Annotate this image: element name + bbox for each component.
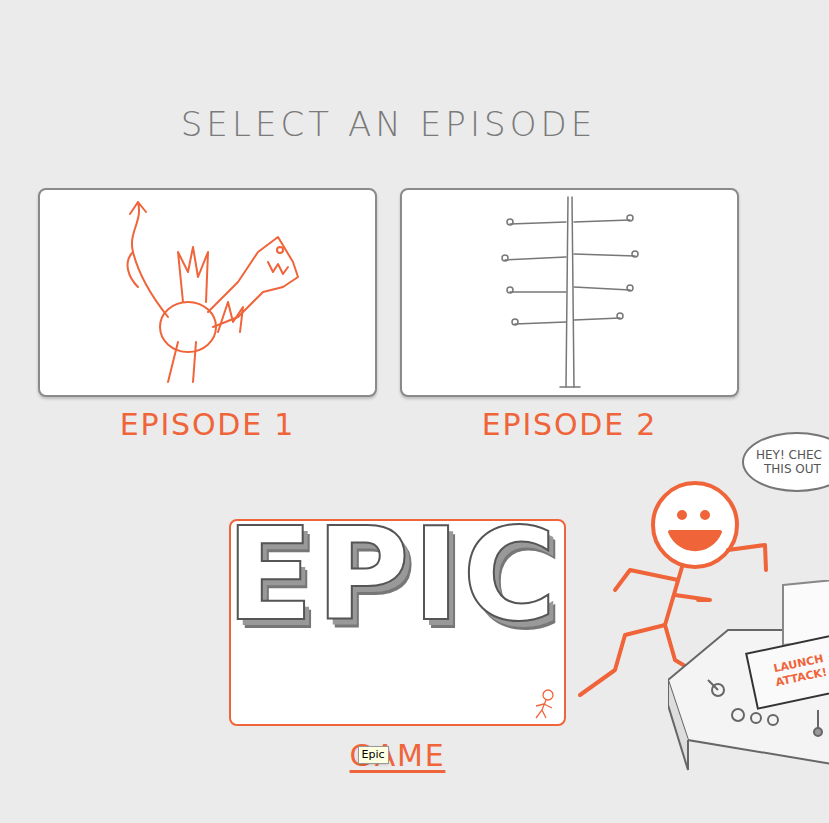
speech-line: HEY! CHEC [756, 448, 822, 462]
episode-select-screen: SELECT AN EPISODE EPISODE 1 EPISODE 2 EPIC G… [0, 0, 829, 823]
dragon-icon [108, 192, 308, 392]
game-logo: EPIC [191, 511, 594, 639]
tree-icon [470, 192, 670, 392]
game-entry[interactable]: EPIC GAMEEpic [56, 519, 739, 774]
episode-thumbnail [38, 188, 377, 397]
game-label-wrap: GAMEEpic [350, 738, 446, 774]
menu: SELECT AN EPISODE EPISODE 1 EPISODE 2 EPIC G… [0, 0, 739, 774]
episode-card[interactable]: EPISODE 1 [38, 188, 377, 443]
episode-card[interactable]: EPISODE 2 [400, 188, 739, 443]
speech-line: THIS OUT [756, 462, 821, 476]
speech-bubble: HEY! CHECTHIS OUT [742, 432, 829, 492]
launch-console: LAUNCHATTACK! [668, 580, 829, 780]
game-thumbnail: EPIC [229, 519, 566, 726]
tooltip: Epic [358, 746, 389, 764]
screen-title: SELECT AN EPISODE [38, 104, 739, 145]
episode-grid: EPISODE 1 EPISODE 2 [38, 188, 739, 443]
episode-label[interactable]: EPISODE 1 [120, 407, 295, 443]
episode-thumbnail [400, 188, 739, 397]
stickman-icon [532, 688, 558, 720]
episode-label[interactable]: EPISODE 2 [482, 407, 657, 443]
